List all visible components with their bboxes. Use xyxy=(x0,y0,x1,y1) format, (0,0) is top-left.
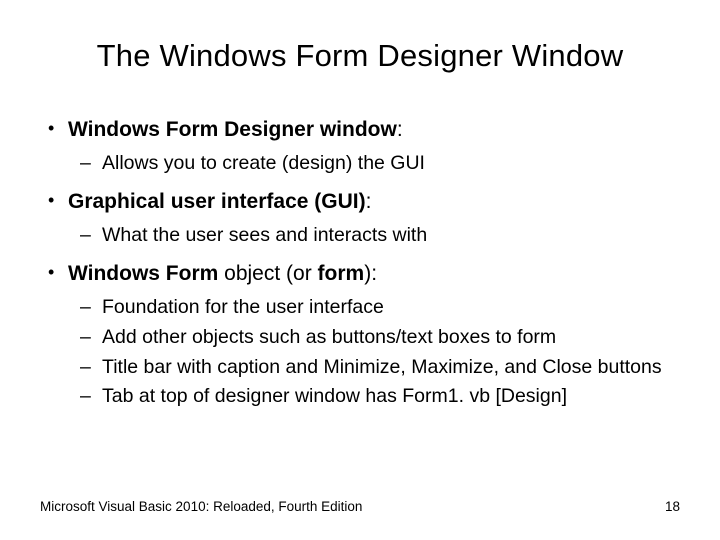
sub-item: Allows you to create (design) the GUI xyxy=(102,150,680,178)
sub-list: What the user sees and interacts with xyxy=(68,222,680,250)
bullet-head: Graphical user interface (GUI): xyxy=(68,190,371,213)
bullet-head-tail: ): xyxy=(364,262,377,285)
bullet-head-tail: : xyxy=(366,190,372,213)
bullet-head: Windows Form object (or form): xyxy=(68,262,377,285)
bullet-list: Windows Form Designer window: Allows you… xyxy=(40,116,680,411)
bullet-head-plain: object (or xyxy=(218,262,317,285)
sub-list: Allows you to create (design) the GUI xyxy=(68,150,680,178)
page-number: 18 xyxy=(665,499,680,514)
bullet-item: Windows Form object (or form): Foundatio… xyxy=(68,260,680,411)
slide-footer: Microsoft Visual Basic 2010: Reloaded, F… xyxy=(40,499,680,514)
sub-item: What the user sees and interacts with xyxy=(102,222,680,250)
bullet-head: Windows Form Designer window: xyxy=(68,118,403,141)
footer-source: Microsoft Visual Basic 2010: Reloaded, F… xyxy=(40,499,362,514)
sub-list: Foundation for the user interface Add ot… xyxy=(68,294,680,411)
bullet-item: Windows Form Designer window: Allows you… xyxy=(68,116,680,178)
bullet-head-bold: Graphical user interface (GUI) xyxy=(68,190,366,213)
bullet-head-bold: Windows Form xyxy=(68,262,218,285)
bullet-head-bold2: form xyxy=(318,262,365,285)
sub-item: Add other objects such as buttons/text b… xyxy=(102,324,680,352)
sub-item: Title bar with caption and Minimize, Max… xyxy=(102,354,680,382)
sub-item: Tab at top of designer window has Form1.… xyxy=(102,383,680,411)
bullet-head-bold: Windows Form Designer window xyxy=(68,118,397,141)
bullet-item: Graphical user interface (GUI): What the… xyxy=(68,188,680,250)
sub-item: Foundation for the user interface xyxy=(102,294,680,322)
slide-title: The Windows Form Designer Window xyxy=(40,38,680,74)
bullet-head-tail: : xyxy=(397,118,403,141)
